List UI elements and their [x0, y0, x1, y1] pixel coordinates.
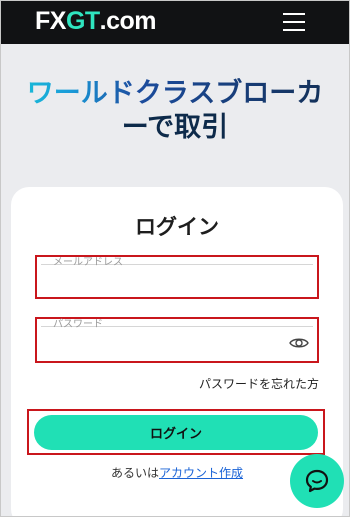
fxgt-logo[interactable]: FXGT.com	[35, 7, 157, 35]
hamburger-line	[283, 29, 305, 31]
forgot-password-link[interactable]: パスワードを忘れた方	[199, 375, 319, 392]
email-field-highlight: メールアドレス	[35, 255, 319, 299]
page: FXGT.com ワールドクラスブローカ ーで取引 ログイン メールアドレス パ…	[0, 0, 350, 517]
hamburger-icon[interactable]	[283, 13, 305, 31]
logo-part-com: .com	[99, 7, 157, 35]
create-account-link[interactable]: アカウント作成	[159, 466, 243, 480]
password-field[interactable]	[45, 331, 285, 357]
hero-line-2: ーで取引	[121, 112, 229, 143]
hamburger-line	[283, 21, 305, 23]
logo-part-gt: GT	[65, 7, 100, 35]
logo-part-fx: FX	[35, 7, 66, 35]
hero-text-gradient-dark: クラスブローカ	[134, 78, 324, 109]
login-button[interactable]: ログイン	[34, 415, 318, 450]
chat-button[interactable]	[290, 454, 344, 508]
top-bar: FXGT.com	[1, 1, 349, 44]
login-button-highlight: ログイン	[27, 409, 325, 455]
chat-bubble-icon	[305, 469, 329, 493]
email-field-label: メールアドレス	[53, 257, 123, 268]
eye-icon[interactable]	[289, 336, 309, 350]
email-field[interactable]	[45, 269, 285, 295]
password-field-label: パスワード	[53, 319, 103, 330]
password-field-highlight: パスワード	[35, 317, 319, 363]
hero-text-gradient: ワールド	[26, 78, 135, 109]
hamburger-line	[283, 13, 305, 15]
hero-line-1: ワールドクラスブローカ	[1, 77, 349, 111]
login-title: ログイン	[135, 215, 219, 239]
signup-prefix: あるいは	[110, 466, 159, 480]
hero-heading: ワールドクラスブローカ ーで取引	[1, 77, 349, 145]
